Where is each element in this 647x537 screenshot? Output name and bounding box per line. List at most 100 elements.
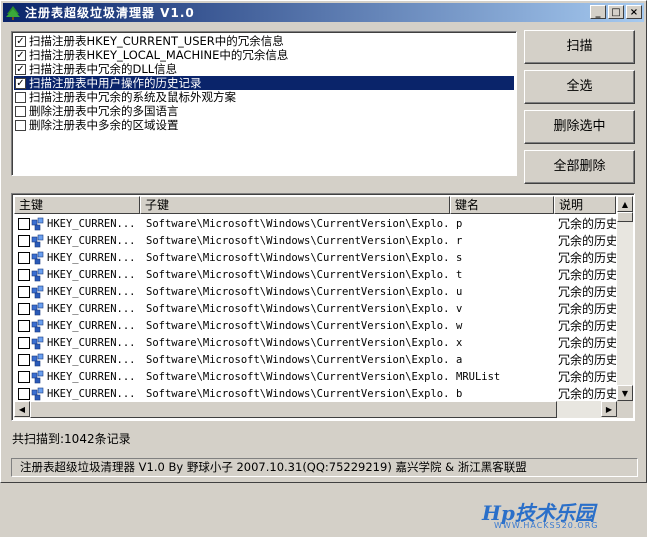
- cell-description: 冗余的历史: [558, 319, 616, 333]
- cell-description: 冗余的历史: [558, 370, 616, 384]
- delete-selected-button[interactable]: 删除选中: [524, 110, 635, 144]
- scan-option-2[interactable]: ✓ 扫描注册表中冗余的DLL信息: [14, 62, 514, 76]
- option-checkbox[interactable]: ✓: [15, 35, 26, 47]
- registry-value-icon: [31, 336, 44, 349]
- scan-option-4[interactable]: 扫描注册表中冗余的系统及鼠标外观方案: [14, 90, 514, 104]
- row-checkbox[interactable]: [18, 336, 30, 349]
- table-row[interactable]: HKEY_CURREN... Software\Microsoft\Windows…: [14, 266, 616, 283]
- main-key-text: HKEY_CURREN...: [47, 285, 136, 298]
- vertical-scroll-thumb[interactable]: [617, 212, 633, 222]
- registry-value-icon: [31, 387, 44, 400]
- cell-description: 冗余的历史: [558, 234, 616, 248]
- main-key-text: HKEY_CURREN...: [47, 251, 136, 264]
- scroll-left-button[interactable]: ◀: [14, 401, 30, 417]
- delete-all-button[interactable]: 全部删除: [524, 150, 635, 184]
- cell-key-name: s: [456, 251, 463, 264]
- cell-sub-key: Software\Microsoft\Windows\CurrentVersio…: [146, 217, 450, 230]
- registry-value-icon: [31, 319, 44, 332]
- arrow-left-icon: ◀: [18, 404, 26, 414]
- column-header-main-key[interactable]: 主键: [14, 196, 140, 214]
- minimize-button[interactable]: _: [590, 5, 606, 19]
- arrow-right-icon: ▶: [605, 404, 613, 414]
- scroll-up-button[interactable]: ▲: [617, 196, 633, 212]
- table-row[interactable]: HKEY_CURREN... Software\Microsoft\Windows…: [14, 317, 616, 334]
- cell-sub-key: Software\Microsoft\Windows\CurrentVersio…: [146, 268, 450, 281]
- table-row[interactable]: HKEY_CURREN... Software\Microsoft\Windows…: [14, 385, 616, 401]
- close-button[interactable]: ×: [626, 5, 642, 19]
- table-row[interactable]: HKEY_CURREN... Software\Microsoft\Windows…: [14, 351, 616, 368]
- scroll-right-button[interactable]: ▶: [601, 401, 617, 417]
- cell-sub-key: Software\Microsoft\Windows\CurrentVersio…: [146, 370, 450, 383]
- row-checkbox[interactable]: [18, 268, 30, 281]
- column-header-key-name[interactable]: 键名: [450, 196, 554, 214]
- scan-option-6[interactable]: 删除注册表中多余的区域设置: [14, 118, 514, 132]
- scan-options-list[interactable]: ✓ 扫描注册表HKEY_CURRENT_USER中的冗余信息 ✓ 扫描注册表HKEY_…: [11, 31, 517, 176]
- table-row[interactable]: HKEY_CURREN... Software\Microsoft\Windows…: [14, 300, 616, 317]
- table-row[interactable]: HKEY_CURREN... Software\Microsoft\Windows…: [14, 283, 616, 300]
- option-checkbox[interactable]: [15, 105, 26, 117]
- column-header-sub-key[interactable]: 子键: [140, 196, 450, 214]
- cell-description: 冗余的历史: [558, 217, 616, 231]
- select-all-button[interactable]: 全选: [524, 70, 635, 104]
- status-bar: 注册表超级垃圾清理器 V1.0 By 野球小子 2007.10.31(QQ:75…: [11, 458, 638, 477]
- row-checkbox[interactable]: [18, 251, 30, 264]
- horizontal-scrollbar[interactable]: ◀ ▶: [14, 401, 617, 418]
- table-row[interactable]: HKEY_CURREN... Software\Microsoft\Windows…: [14, 232, 616, 249]
- row-checkbox[interactable]: [18, 302, 30, 315]
- horizontal-scroll-thumb[interactable]: [30, 401, 557, 418]
- scroll-down-button[interactable]: ▼: [617, 385, 633, 401]
- cell-main-key: HKEY_CURREN...: [14, 234, 140, 248]
- row-checkbox[interactable]: [18, 370, 30, 383]
- scan-option-5[interactable]: 删除注册表中冗余的多国语言: [14, 104, 514, 118]
- main-key-text: HKEY_CURREN...: [47, 387, 136, 400]
- registry-value-icon: [31, 285, 44, 298]
- scan-option-1[interactable]: ✓ 扫描注册表HKEY_LOCAL_MACHINE中的冗余信息: [14, 48, 514, 62]
- cell-description: 冗余的历史: [558, 387, 616, 401]
- cell-main-key: HKEY_CURREN...: [14, 217, 140, 231]
- cell-key-name: a: [456, 353, 463, 366]
- scan-count-label: 共扫描到:1042条记录: [12, 432, 131, 446]
- minimize-icon: _: [595, 6, 601, 18]
- close-icon: ×: [629, 6, 639, 18]
- row-checkbox[interactable]: [18, 285, 30, 298]
- row-checkbox[interactable]: [18, 319, 30, 332]
- cell-key-name: u: [456, 285, 463, 298]
- table-row[interactable]: HKEY_CURREN... Software\Microsoft\Windows…: [14, 334, 616, 351]
- cell-main-key: HKEY_CURREN...: [14, 268, 140, 282]
- cell-key-name: b: [456, 387, 463, 400]
- row-checkbox[interactable]: [18, 234, 30, 247]
- scan-button[interactable]: 扫描: [524, 30, 635, 64]
- main-key-text: HKEY_CURREN...: [47, 336, 136, 349]
- cell-key-name: MRUList: [456, 370, 501, 383]
- cell-main-key: HKEY_CURREN...: [14, 336, 140, 350]
- option-checkbox[interactable]: [15, 91, 26, 103]
- results-table[interactable]: 主键 子键 键名 说明 HKEY_CURREN... Software\Micro…: [11, 193, 635, 530]
- row-checkbox[interactable]: [18, 353, 30, 366]
- registry-value-icon: [31, 302, 44, 315]
- registry-value-icon: [31, 353, 44, 366]
- option-label: 删除注册表中多余的区域设置: [29, 118, 179, 132]
- table-row[interactable]: HKEY_CURREN... Software\Microsoft\Windows…: [14, 368, 616, 385]
- maximize-button[interactable]: □: [608, 5, 624, 19]
- option-checkbox[interactable]: ✓: [15, 63, 26, 75]
- cell-description: 冗余的历史: [558, 268, 616, 282]
- scan-option-3[interactable]: ✓ 扫描注册表中用户操作的历史记录: [13, 75, 515, 91]
- row-checkbox[interactable]: [18, 387, 30, 400]
- arrow-up-icon: ▲: [621, 199, 629, 209]
- column-header-description[interactable]: 说明: [554, 196, 616, 214]
- cell-sub-key: Software\Microsoft\Windows\CurrentVersio…: [146, 251, 450, 264]
- option-checkbox[interactable]: ✓: [15, 77, 26, 89]
- title-bar[interactable]: 注册表超级垃圾清理器 V1.0 _ □ ×: [3, 3, 644, 22]
- app-window: 注册表超级垃圾清理器 V1.0 _ □ × ✓ 扫描注册表HKEY_CURRENT…: [0, 0, 647, 530]
- scan-option-0[interactable]: ✓ 扫描注册表HKEY_CURRENT_USER中的冗余信息: [14, 34, 514, 48]
- table-body: HKEY_CURREN... Software\Microsoft\Windows…: [14, 215, 616, 401]
- table-row[interactable]: HKEY_CURREN... Software\Microsoft\Windows…: [14, 249, 616, 266]
- table-row[interactable]: HKEY_CURREN... Software\Microsoft\Windows…: [14, 215, 616, 232]
- row-checkbox[interactable]: [18, 217, 30, 230]
- cell-sub-key: Software\Microsoft\Windows\CurrentVersio…: [146, 353, 450, 366]
- option-checkbox[interactable]: [15, 119, 26, 131]
- cell-description: 冗余的历史: [558, 336, 616, 350]
- option-checkbox[interactable]: ✓: [15, 49, 26, 61]
- vertical-scrollbar[interactable]: ▲ ▼: [617, 196, 633, 401]
- main-key-text: HKEY_CURREN...: [47, 353, 136, 366]
